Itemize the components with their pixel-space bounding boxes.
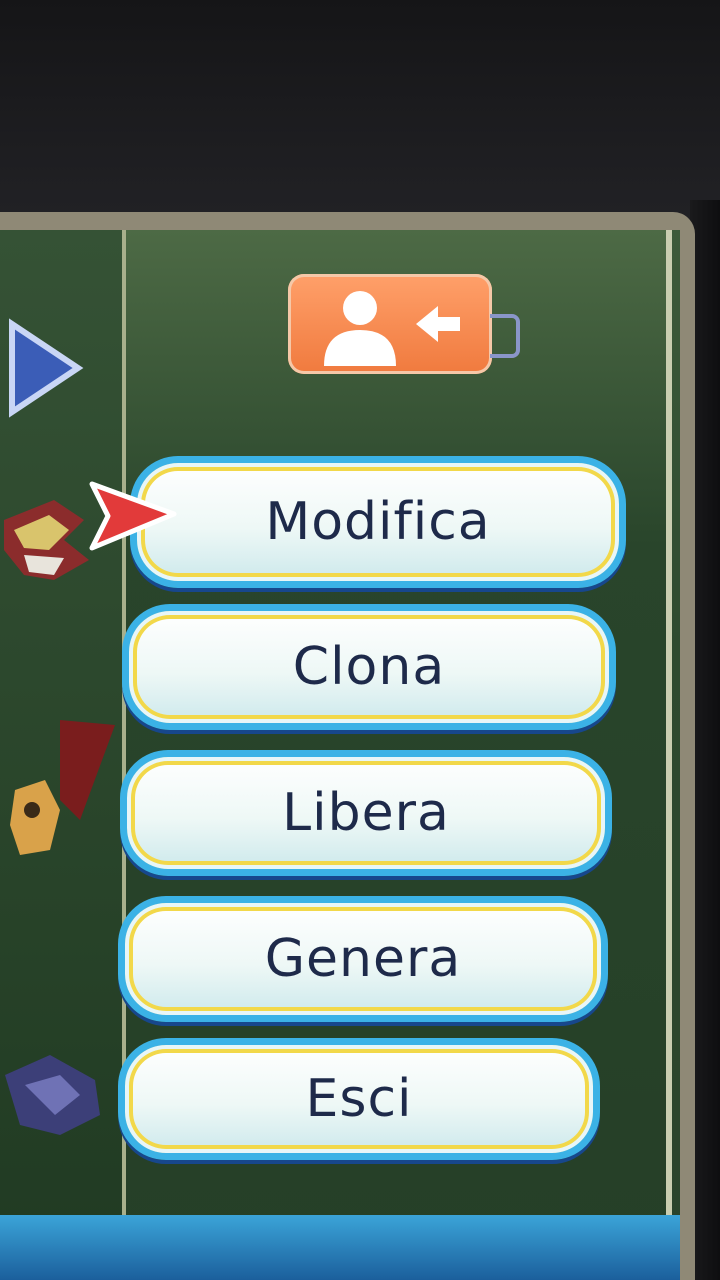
menu-label-clona: Clona — [292, 637, 446, 697]
bottom-bar — [0, 1215, 680, 1280]
device-bezel-top — [0, 0, 720, 230]
menu-label-esci: Esci — [305, 1069, 413, 1129]
menu-button-esci[interactable]: Esci — [118, 1038, 600, 1160]
pokemon-sprite-3[interactable] — [0, 1045, 110, 1145]
menu-label-modifica: Modifica — [265, 492, 491, 552]
pokemon-sprite-2[interactable] — [0, 710, 120, 880]
menu-label-genera: Genera — [264, 929, 462, 989]
menu-button-libera[interactable]: Libera — [120, 750, 612, 876]
menu-button-modifica[interactable]: Modifica — [130, 456, 626, 588]
menu-button-clona[interactable]: Clona — [122, 604, 616, 730]
game-screen: Modifica Clona Libera Genera Esci — [0, 230, 680, 1280]
page-right-arrow-icon[interactable] — [4, 318, 84, 418]
menu-label-libera: Libera — [282, 783, 450, 843]
party-list-panel — [0, 230, 126, 1280]
menu-button-genera[interactable]: Genera — [118, 896, 608, 1022]
profile-button[interactable] — [288, 274, 492, 374]
profile-button-tab — [490, 314, 520, 358]
user-back-icon — [324, 291, 460, 366]
selection-cursor-icon — [89, 481, 177, 551]
